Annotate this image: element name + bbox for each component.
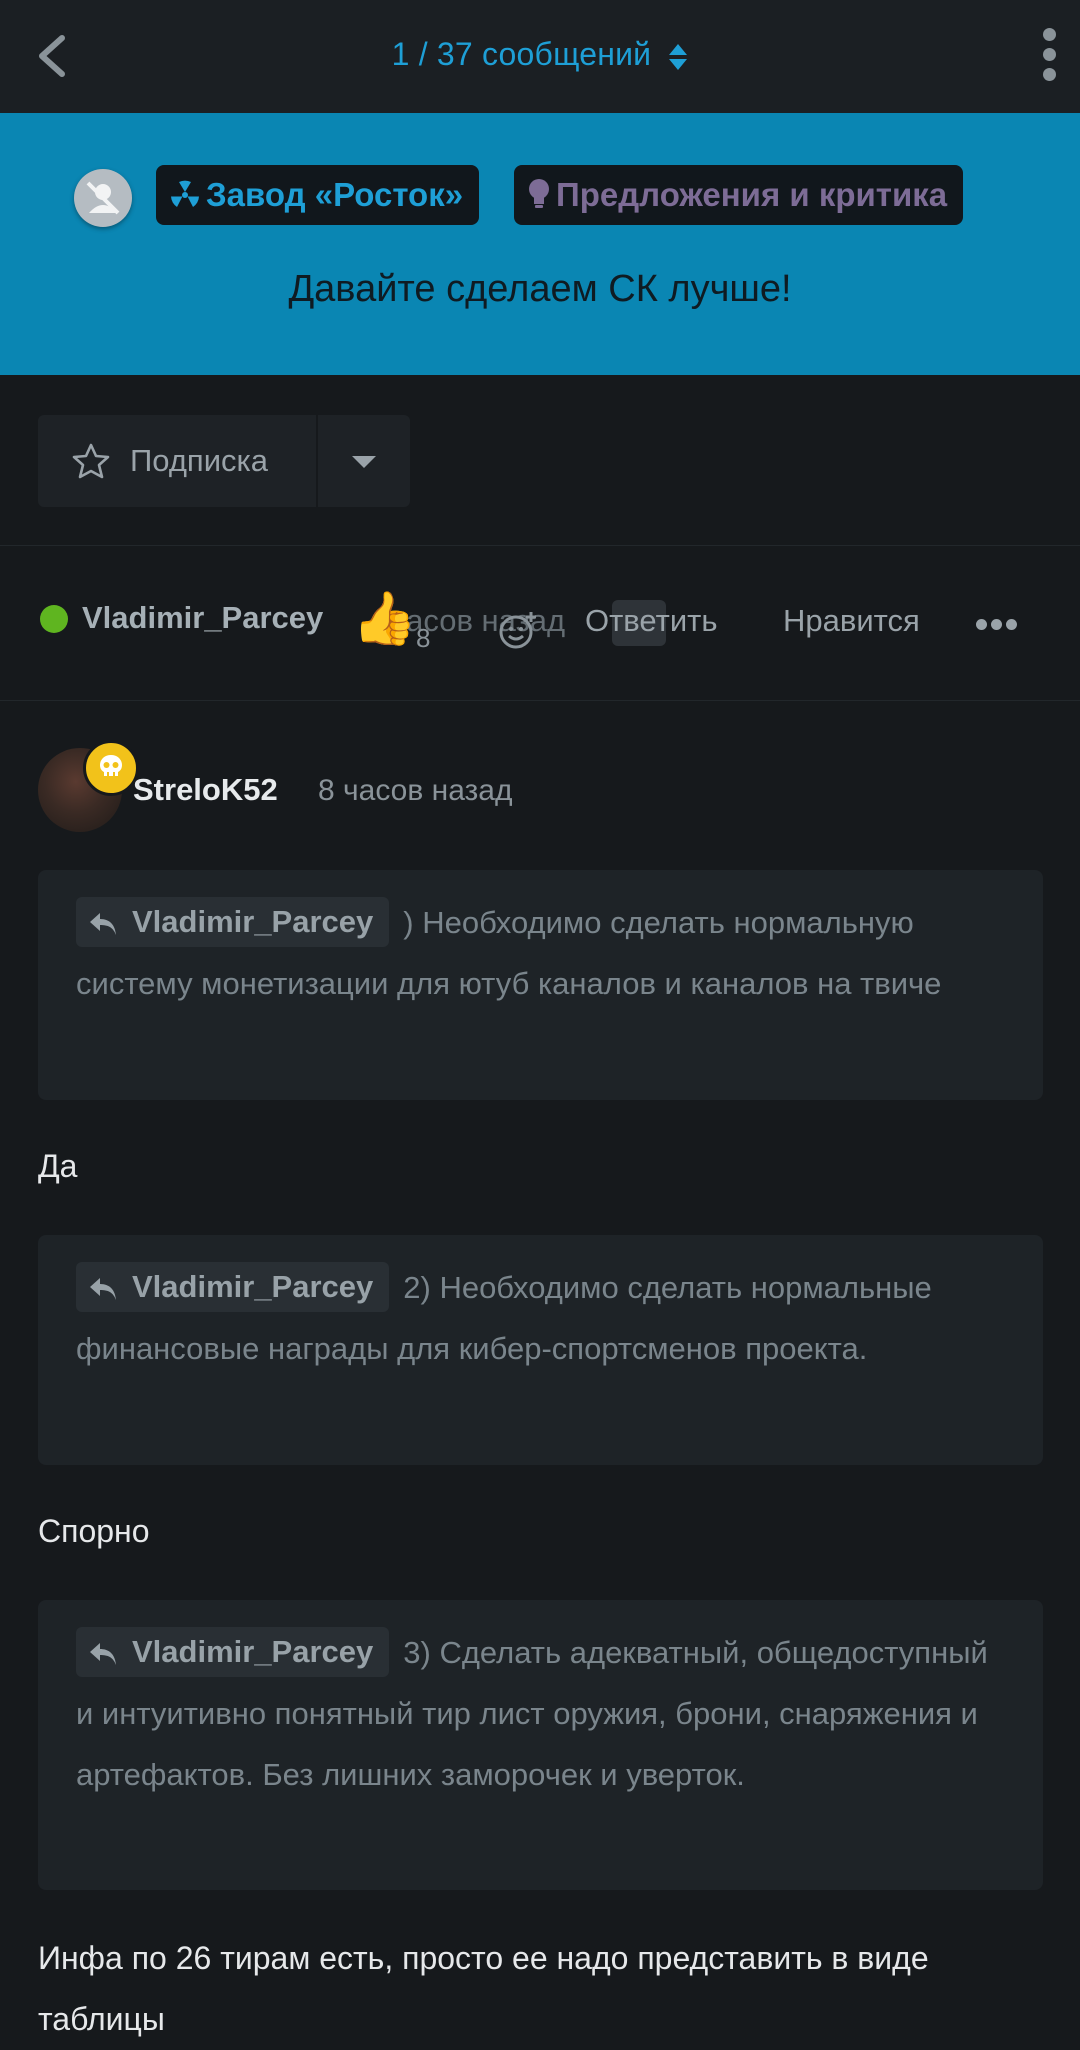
skull-badge-icon (83, 740, 139, 796)
quote-author-chip[interactable]: Vladimir_Parcey (76, 1627, 390, 1677)
quote-block: Vladimir_Parcey) Необходимо сделать норм… (38, 870, 1043, 1100)
reply-text: Да (38, 1148, 78, 1184)
quote-author-name: Vladimir_Parcey (132, 1269, 374, 1304)
online-status-dot (40, 605, 68, 633)
likes-count: 8 (416, 623, 431, 653)
breadcrumb-category[interactable]: Завод «Росток» (156, 165, 480, 225)
op-author-name[interactable]: Vladimir_Parcey (82, 600, 323, 636)
message-counter[interactable]: 1 / 37 сообщений (0, 36, 1080, 73)
quote-author-chip[interactable]: Vladimir_Parcey (76, 897, 390, 947)
like-button[interactable]: Нравится (783, 603, 920, 639)
quote-author-chip[interactable]: Vladimir_Parcey (76, 1262, 390, 1312)
no-avatar-icon[interactable] (74, 169, 132, 227)
breadcrumb-category-label: Завод «Росток» (206, 176, 464, 213)
sort-icon (669, 43, 688, 70)
more-horizontal-icon[interactable] (976, 617, 1021, 635)
subscribe-label: Подписка (130, 443, 269, 478)
breadcrumb-forum[interactable]: Предложения и критика (514, 165, 964, 225)
topic-title: Давайте сделаем СК лучше! (288, 268, 792, 310)
reply-arrow-icon (90, 1643, 116, 1665)
subscribe-options-button[interactable] (318, 415, 410, 507)
reply-text: Спорно (38, 1513, 150, 1549)
subscribe-button[interactable]: Подписка (38, 415, 316, 507)
post-author-name[interactable]: StreloK52 (133, 772, 278, 808)
quote-author-name: Vladimir_Parcey (132, 904, 374, 939)
thumbs-up-icon[interactable]: 👍 (352, 593, 417, 645)
breadcrumb-forum-label: Предложения и критика (556, 176, 948, 213)
quote-block: Vladimir_Parcey 3) Сделать адекватный, об… (38, 1600, 1043, 1890)
post-header: StreloK52 8 часов назад (0, 740, 1080, 840)
more-vertical-icon[interactable] (1038, 28, 1060, 86)
post-time: 8 часов назад (318, 774, 513, 807)
chevron-down-icon (352, 456, 376, 468)
star-icon (72, 443, 110, 479)
message-counter-label: 1 / 37 сообщений (391, 36, 652, 72)
topic-header: Завод «Росток» Предложения и критика Дав… (0, 113, 1080, 375)
quote-block: Vladimir_Parcey 2) Необходимо сделать нор… (38, 1235, 1043, 1465)
op-action-row: Vladimir_Parcey часов назад 👍 8 Ответить… (0, 545, 1080, 701)
reply-arrow-icon (90, 913, 116, 935)
subscribe-bar: Подписка (0, 375, 1080, 546)
lightbulb-icon (529, 179, 549, 208)
reply-button[interactable]: Ответить (585, 603, 718, 639)
reply-text: Инфа по 26 тирам есть, просто ее надо пр… (38, 1940, 929, 2037)
top-bar: 1 / 37 сообщений (0, 0, 1080, 114)
reply-arrow-icon (90, 1278, 116, 1300)
radiation-icon (171, 180, 199, 207)
add-reaction-icon[interactable] (497, 609, 539, 651)
quote-author-name: Vladimir_Parcey (132, 1634, 374, 1669)
